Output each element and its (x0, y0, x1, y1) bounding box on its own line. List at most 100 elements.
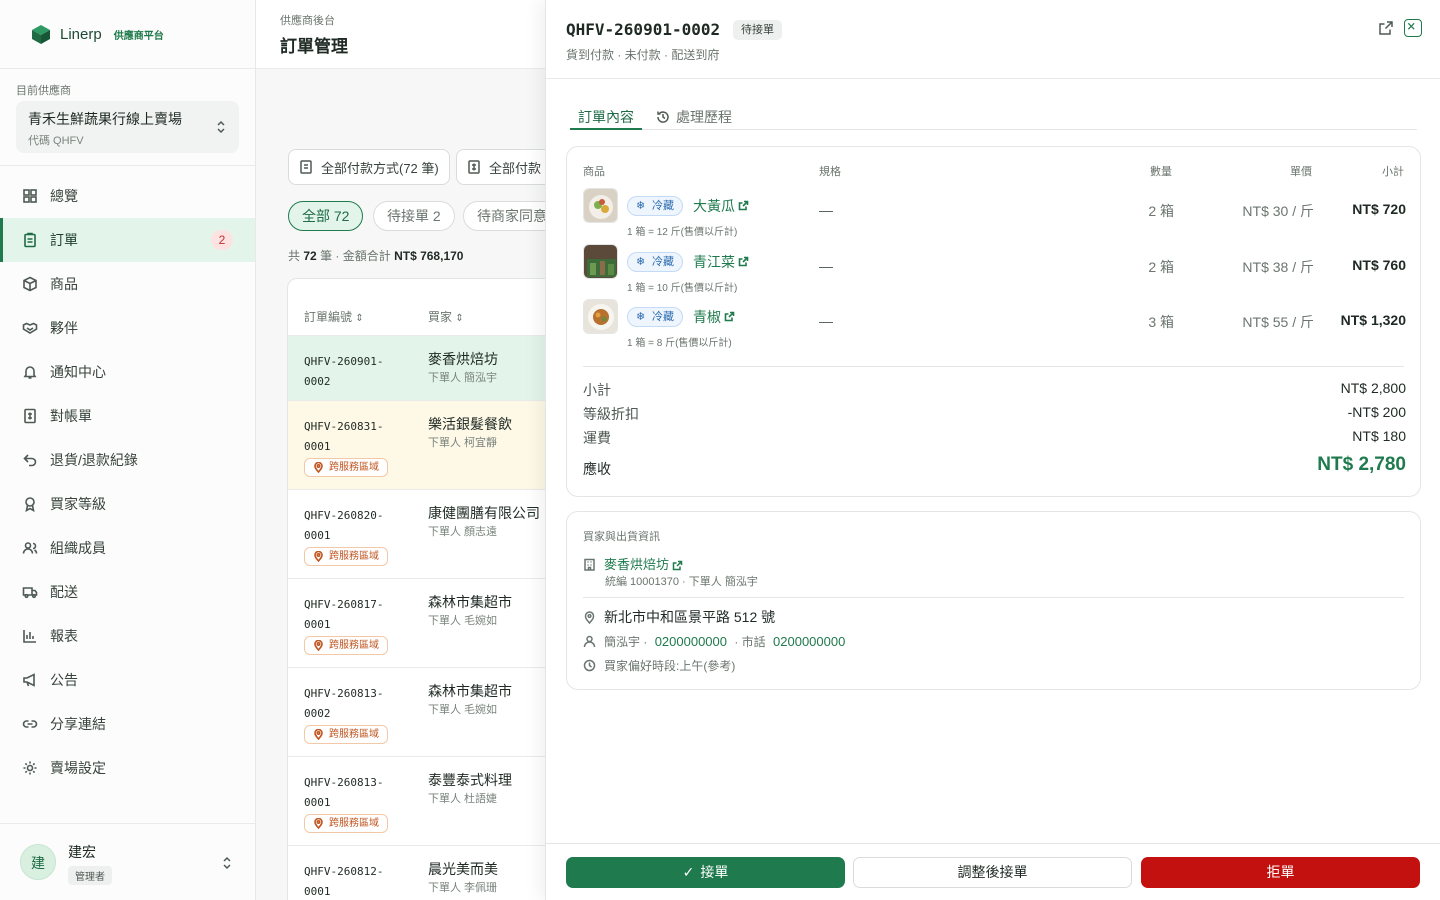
buyer-name: 樂活銀髮餐飲 (428, 416, 512, 432)
nav-item-announcements[interactable]: 公告 (0, 658, 255, 702)
accept-order-button[interactable]: ✓ 接單 (566, 857, 845, 888)
user-name: 建宏 (68, 844, 96, 860)
cross-region-badge: 跨服務區域 (304, 636, 388, 655)
nav-item-partners[interactable]: 夥伴 (0, 306, 255, 350)
filter-label: 全部付款方式(72 筆) (321, 160, 439, 176)
nav-label: 組織成員 (50, 540, 106, 556)
tab-history[interactable]: 處理歷程 (656, 107, 732, 130)
orderer: 下單人 柯宜靜 (428, 437, 498, 449)
nav-item-members[interactable]: 組織成員 (0, 526, 255, 570)
user-menu[interactable]: 建 建宏 管理者 (0, 823, 255, 900)
order-id: QHFV-260812-0001 (304, 865, 384, 898)
line-item: 冷藏 青椒 1 箱 = 8 斤(售價以斤計) — 3 箱 NT$ 55 / 斤 … (583, 299, 1406, 355)
col-buyer[interactable]: 買家 ⇕ (428, 308, 464, 325)
cold-storage-badge: 冷藏 (627, 307, 683, 327)
buyer-link[interactable]: 麥香烘焙坊 (583, 554, 691, 573)
nav-item-notifications[interactable]: 通知中心 (0, 350, 255, 394)
chevron-up-down-icon (223, 856, 231, 870)
nav-item-orders[interactable]: 訂單 2 (0, 218, 255, 262)
avatar: 建 (20, 844, 56, 880)
col-order-id[interactable]: 訂單編號 ⇕ (304, 308, 364, 325)
nav-label: 通知中心 (50, 364, 106, 380)
table-row[interactable]: QHFV-260820-0001 康健團膳有限公司 下單人 顏志遠 跨服務區域 (288, 490, 546, 579)
cross-region-badge: 跨服務區域 (304, 725, 388, 744)
tel-number[interactable]: 0200000000 (773, 634, 845, 649)
item-subtotal: NT$ 760 (1352, 257, 1406, 273)
orders-table: 訂單編號 ⇕ 買家 ⇕ QHFV-260901-0002 麥香烘焙坊 下單人 簡… (287, 278, 546, 900)
order-id: QHFV-260820-0001 (304, 509, 384, 542)
order-id: QHFV-260817-0001 (304, 598, 384, 631)
items-card: 商品 規格 數量 單價 小計 冷藏 大黃瓜 1 箱 = 12 斤(售價以斤計) … (566, 146, 1421, 497)
nav-item-share-links[interactable]: 分享連結 (0, 702, 255, 746)
product-link[interactable]: 青椒 (693, 307, 735, 327)
payment-status-filter[interactable]: 全部付款 (456, 149, 546, 185)
external-link-icon (738, 200, 749, 211)
nav-label: 總覽 (50, 188, 78, 204)
users-icon (22, 542, 38, 554)
map-pin-icon (314, 818, 323, 829)
buyer-name: 森林市集超市 (428, 594, 512, 610)
chip-awaiting-merchant[interactable]: 待商家同意 (463, 201, 546, 231)
tab-order-content[interactable]: 訂單內容 (570, 107, 642, 130)
reject-order-button[interactable]: 拒單 (1141, 857, 1420, 888)
adjust-and-accept-button[interactable]: 調整後接單 (853, 857, 1132, 888)
nav-item-statements[interactable]: 對帳單 (0, 394, 255, 438)
supplier-label: 目前供應商 (16, 85, 71, 97)
clock-icon (583, 659, 596, 672)
map-pin-icon (314, 462, 323, 473)
external-link-icon[interactable] (1378, 20, 1394, 36)
nav-item-buyer-levels[interactable]: 買家等級 (0, 482, 255, 526)
supplier-code: 代碼 QHFV (28, 135, 84, 147)
table-row[interactable]: QHFV-260813-0002 森林市集超市 下單人 毛婉如 跨服務區域 (288, 668, 546, 757)
table-row[interactable]: QHFV-260817-0001 森林市集超市 下單人 毛婉如 跨服務區域 (288, 579, 546, 668)
col-qty: 數量 (1150, 166, 1172, 178)
table-row[interactable]: QHFV-260813-0001 泰豐泰式料理 下單人 杜語婕 跨服務區域 (288, 757, 546, 846)
order-id: QHFV-260813-0002 (304, 687, 384, 720)
nav-item-products[interactable]: 商品 (0, 262, 255, 306)
payment-method-filter[interactable]: 全部付款方式(72 筆) (288, 149, 450, 185)
chip-all[interactable]: 全部 72 (288, 201, 364, 231)
supplier-switcher[interactable]: 青禾生鮮蔬果行線上賣場 代碼 QHFV (16, 101, 239, 153)
table-row[interactable]: QHFV-260812-0001 晨光美而美 下單人 李佩珊 (288, 846, 546, 900)
invoice-icon (300, 160, 312, 174)
product-link[interactable]: 青江菜 (693, 252, 749, 272)
nav-item-store-settings[interactable]: 賣場設定 (0, 746, 255, 790)
product-link[interactable]: 大黃瓜 (693, 196, 749, 216)
order-id: QHFV-260831-0001 (304, 420, 384, 453)
table-row[interactable]: QHFV-260831-0001 樂活銀髮餐飲 下單人 柯宜靜 跨服務區域 (288, 401, 546, 490)
cross-region-badge: 跨服務區域 (304, 547, 388, 566)
invoice-icon (24, 408, 36, 424)
table-row[interactable]: QHFV-260901-0002 麥香烘焙坊 下單人 簡泓宇 (288, 336, 546, 401)
detail-tabs: 訂單內容 處理歷程 (570, 100, 1417, 130)
order-id: QHFV-260901-0002 (566, 20, 721, 39)
unit-conversion: 1 箱 = 12 斤(售價以斤計) (627, 227, 738, 238)
divider (583, 366, 1404, 367)
handshake-icon (22, 322, 38, 334)
nav-item-reports[interactable]: 報表 (0, 614, 255, 658)
item-qty: 3 箱 (1148, 314, 1174, 330)
sidebar: Linerp 供應商平台 目前供應商 青禾生鮮蔬果行線上賣場 代碼 QHFV 總… (0, 0, 256, 900)
brand-logo-icon (32, 25, 50, 44)
brand[interactable]: Linerp 供應商平台 (0, 0, 255, 69)
list-summary: 共 72 筆 · 金額合計 NT$ 768,170 (288, 249, 464, 263)
nav-item-returns[interactable]: 退貨/退款紀錄 (0, 438, 255, 482)
item-qty: 2 箱 (1148, 203, 1174, 219)
nav-item-delivery[interactable]: 配送 (0, 570, 255, 614)
map-pin-icon (314, 640, 323, 651)
close-button[interactable] (1404, 19, 1422, 37)
product-thumbnail (583, 188, 618, 223)
col-price: 單價 (1290, 166, 1312, 178)
chip-pending[interactable]: 待接單 2 (373, 201, 455, 231)
action-bar: ✓ 接單 調整後接單 拒單 (546, 843, 1440, 900)
nav-label: 訂單 (50, 232, 78, 248)
cross-region-badge: 跨服務區域 (304, 814, 388, 833)
buyer-name: 森林市集超市 (428, 683, 512, 699)
mobile-number[interactable]: 0200000000 (655, 634, 727, 649)
breadcrumb[interactable]: 供應商後台 (280, 12, 522, 28)
nav-item-overview[interactable]: 總覽 (0, 174, 255, 218)
item-qty: 2 箱 (1148, 259, 1174, 275)
nav-label: 買家等級 (50, 496, 106, 512)
buyer-name: 晨光美而美 (428, 861, 498, 877)
item-subtotal: NT$ 720 (1352, 201, 1406, 217)
orderer: 下單人 李佩珊 (428, 882, 498, 894)
